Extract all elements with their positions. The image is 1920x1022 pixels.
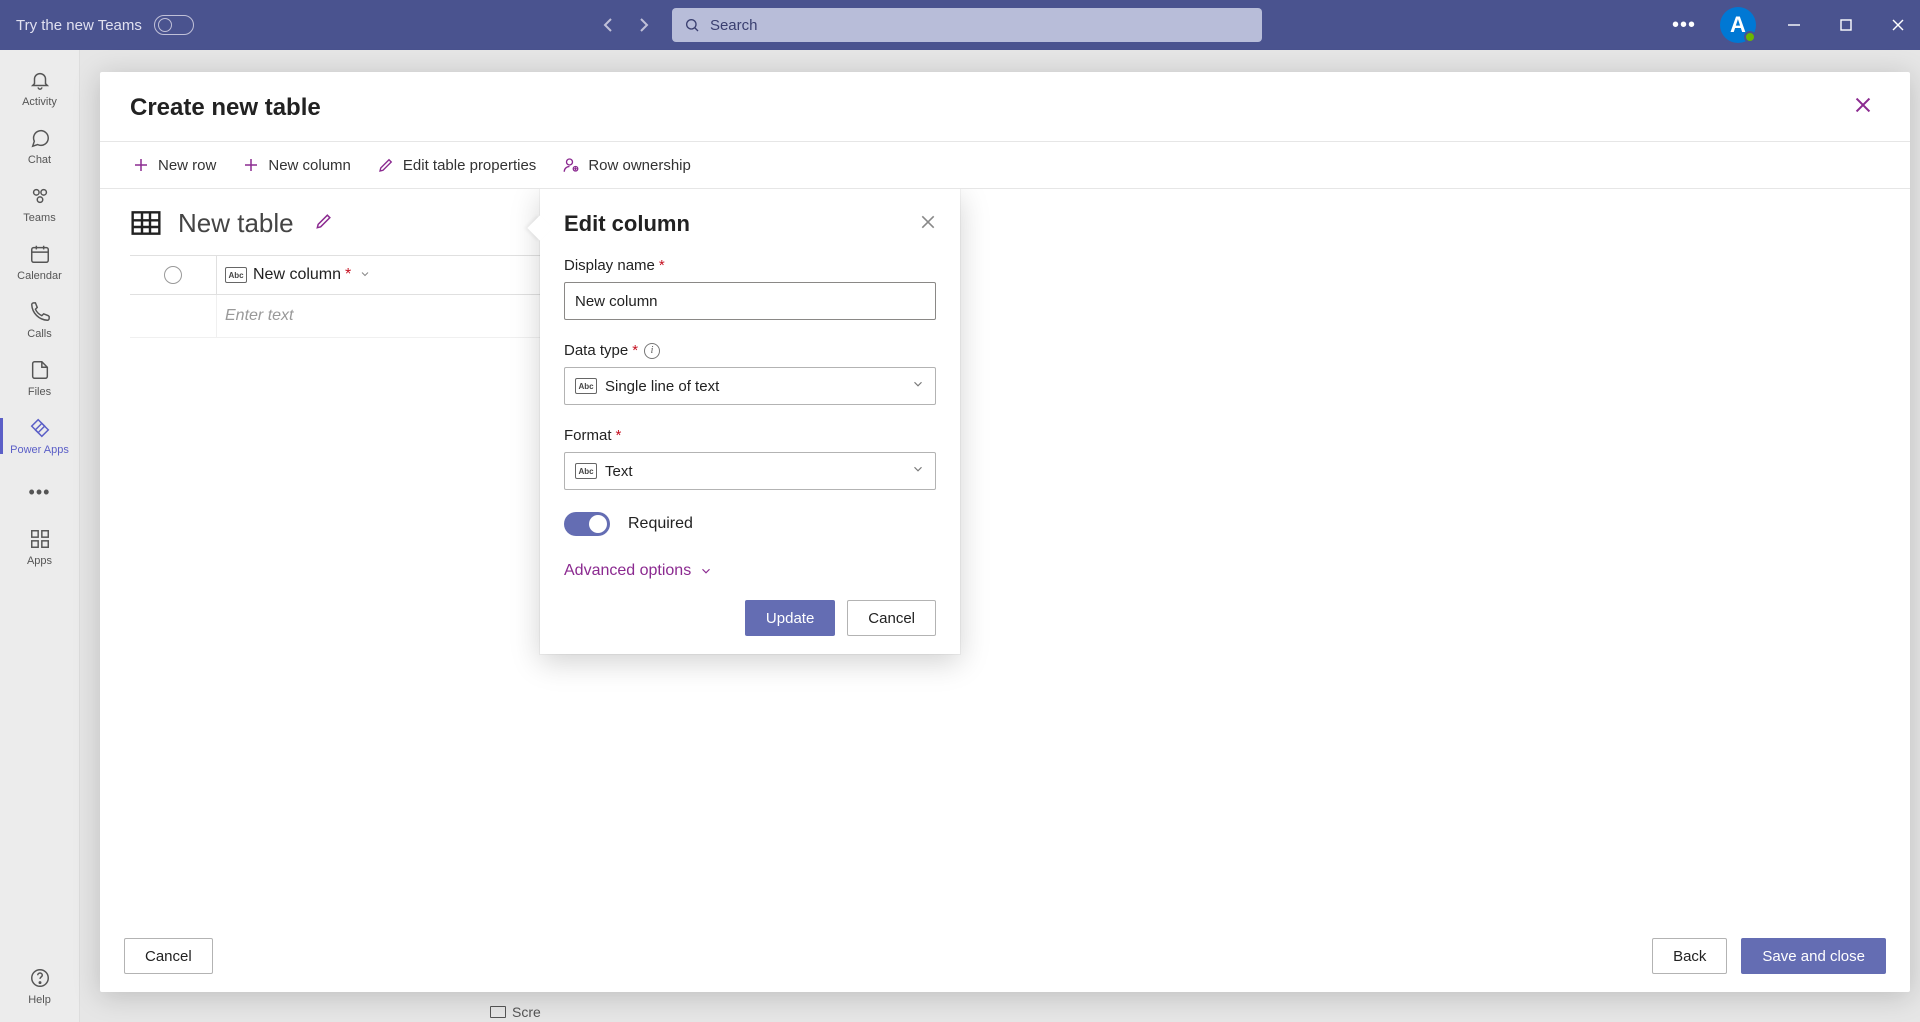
- display-name-input[interactable]: [564, 282, 936, 320]
- table-grid-icon: [130, 207, 162, 239]
- chevron-down-icon: [911, 377, 925, 395]
- create-table-dialog: Create new table New row New column: [100, 72, 1910, 992]
- more-options-button[interactable]: •••: [1672, 14, 1696, 37]
- column-menu-chevron[interactable]: [359, 268, 371, 283]
- avatar[interactable]: A: [1720, 7, 1756, 43]
- rail-label: Help: [28, 994, 51, 1006]
- advanced-options-link[interactable]: Advanced options: [564, 562, 936, 580]
- rail-chat[interactable]: Chat: [0, 118, 79, 174]
- column-header[interactable]: Abc New column *: [216, 256, 540, 294]
- titlebar: Try the new Teams Search ••• A: [0, 0, 1920, 50]
- text-type-icon: Abc: [575, 378, 597, 394]
- chevron-down-icon: [699, 564, 713, 578]
- bell-icon: [28, 68, 52, 92]
- back-button[interactable]: Back: [1652, 938, 1727, 974]
- rail-calendar[interactable]: Calendar: [0, 234, 79, 290]
- update-button[interactable]: Update: [745, 600, 835, 636]
- display-name-label: Display name: [564, 257, 655, 274]
- edit-table-properties-button[interactable]: Edit table properties: [373, 150, 540, 180]
- rail-label: Activity: [22, 96, 57, 108]
- rail-teams[interactable]: Teams: [0, 176, 79, 232]
- cancel-button[interactable]: Cancel: [124, 938, 213, 974]
- close-button[interactable]: [1884, 11, 1912, 39]
- panel-close-button[interactable]: [920, 214, 936, 235]
- search-icon: [684, 17, 700, 33]
- rail-calls[interactable]: Calls: [0, 292, 79, 348]
- select-all-radio[interactable]: [130, 256, 216, 294]
- panel-title: Edit column: [564, 211, 690, 237]
- calendar-icon: [28, 242, 52, 266]
- rail-label: Chat: [28, 154, 51, 166]
- file-icon: [28, 358, 52, 382]
- rail-help[interactable]: Help: [0, 958, 79, 1014]
- required-star: *: [345, 266, 351, 284]
- try-new-teams[interactable]: Try the new Teams: [8, 15, 202, 35]
- minimize-button[interactable]: [1780, 11, 1808, 39]
- background-tree-hint: Scre: [490, 1004, 541, 1020]
- rail-label: Teams: [23, 212, 55, 224]
- nav-back-button[interactable]: [596, 13, 620, 37]
- rail-apps[interactable]: Apps: [0, 519, 79, 575]
- rail-power-apps[interactable]: Power Apps: [0, 408, 79, 464]
- rail-label: Power Apps: [10, 444, 69, 456]
- rail-more[interactable]: •••: [29, 472, 51, 513]
- rail-files[interactable]: Files: [0, 350, 79, 406]
- plus-icon: [242, 156, 260, 174]
- chat-icon: [28, 126, 52, 150]
- search-placeholder: Search: [710, 17, 758, 34]
- format-label: Format: [564, 427, 612, 444]
- data-type-select[interactable]: Abc Single line of text: [564, 367, 936, 405]
- phone-icon: [28, 300, 52, 324]
- app-rail: Activity Chat Teams Calendar Calls: [0, 50, 80, 1022]
- row-ownership-button[interactable]: Row ownership: [558, 150, 695, 180]
- try-new-teams-label: Try the new Teams: [16, 17, 142, 34]
- search-input[interactable]: Search: [672, 8, 1262, 42]
- rail-label: Calls: [27, 328, 51, 340]
- dialog-close-button[interactable]: [1846, 92, 1880, 123]
- table-name: New table: [178, 208, 294, 239]
- teams-icon: [28, 184, 52, 208]
- power-apps-icon: [28, 416, 52, 440]
- rail-label: Calendar: [17, 270, 62, 282]
- panel-cancel-button[interactable]: Cancel: [847, 600, 936, 636]
- text-type-icon: Abc: [225, 267, 247, 283]
- person-icon: [562, 156, 580, 174]
- dialog-toolbar: New row New column Edit table properties: [100, 142, 1910, 189]
- rail-activity[interactable]: Activity: [0, 60, 79, 116]
- table-preview: Abc New column * Enter text: [130, 255, 540, 338]
- new-row-button[interactable]: New row: [128, 150, 220, 180]
- edit-table-name-button[interactable]: [314, 211, 334, 236]
- cell-input[interactable]: Enter text: [216, 295, 540, 337]
- format-select[interactable]: Abc Text: [564, 452, 936, 490]
- presence-indicator: [1744, 31, 1756, 43]
- required-toggle[interactable]: [564, 512, 610, 536]
- edit-column-panel: Edit column Display name *: [540, 189, 960, 654]
- pencil-icon: [377, 156, 395, 174]
- data-type-label: Data type: [564, 342, 628, 359]
- apps-icon: [28, 527, 52, 551]
- maximize-button[interactable]: [1832, 11, 1860, 39]
- rail-label: Files: [28, 386, 51, 398]
- try-teams-toggle[interactable]: [154, 15, 194, 35]
- help-icon: [28, 966, 52, 990]
- new-column-button[interactable]: New column: [238, 150, 355, 180]
- nav-forward-button[interactable]: [632, 13, 656, 37]
- plus-icon: [132, 156, 150, 174]
- info-icon[interactable]: i: [644, 343, 660, 359]
- screen-icon: [490, 1006, 506, 1018]
- required-label: Required: [628, 515, 693, 533]
- save-and-close-button[interactable]: Save and close: [1741, 938, 1886, 974]
- chevron-down-icon: [911, 462, 925, 480]
- text-type-icon: Abc: [575, 463, 597, 479]
- rail-label: Apps: [27, 555, 52, 567]
- dialog-title: Create new table: [130, 94, 321, 122]
